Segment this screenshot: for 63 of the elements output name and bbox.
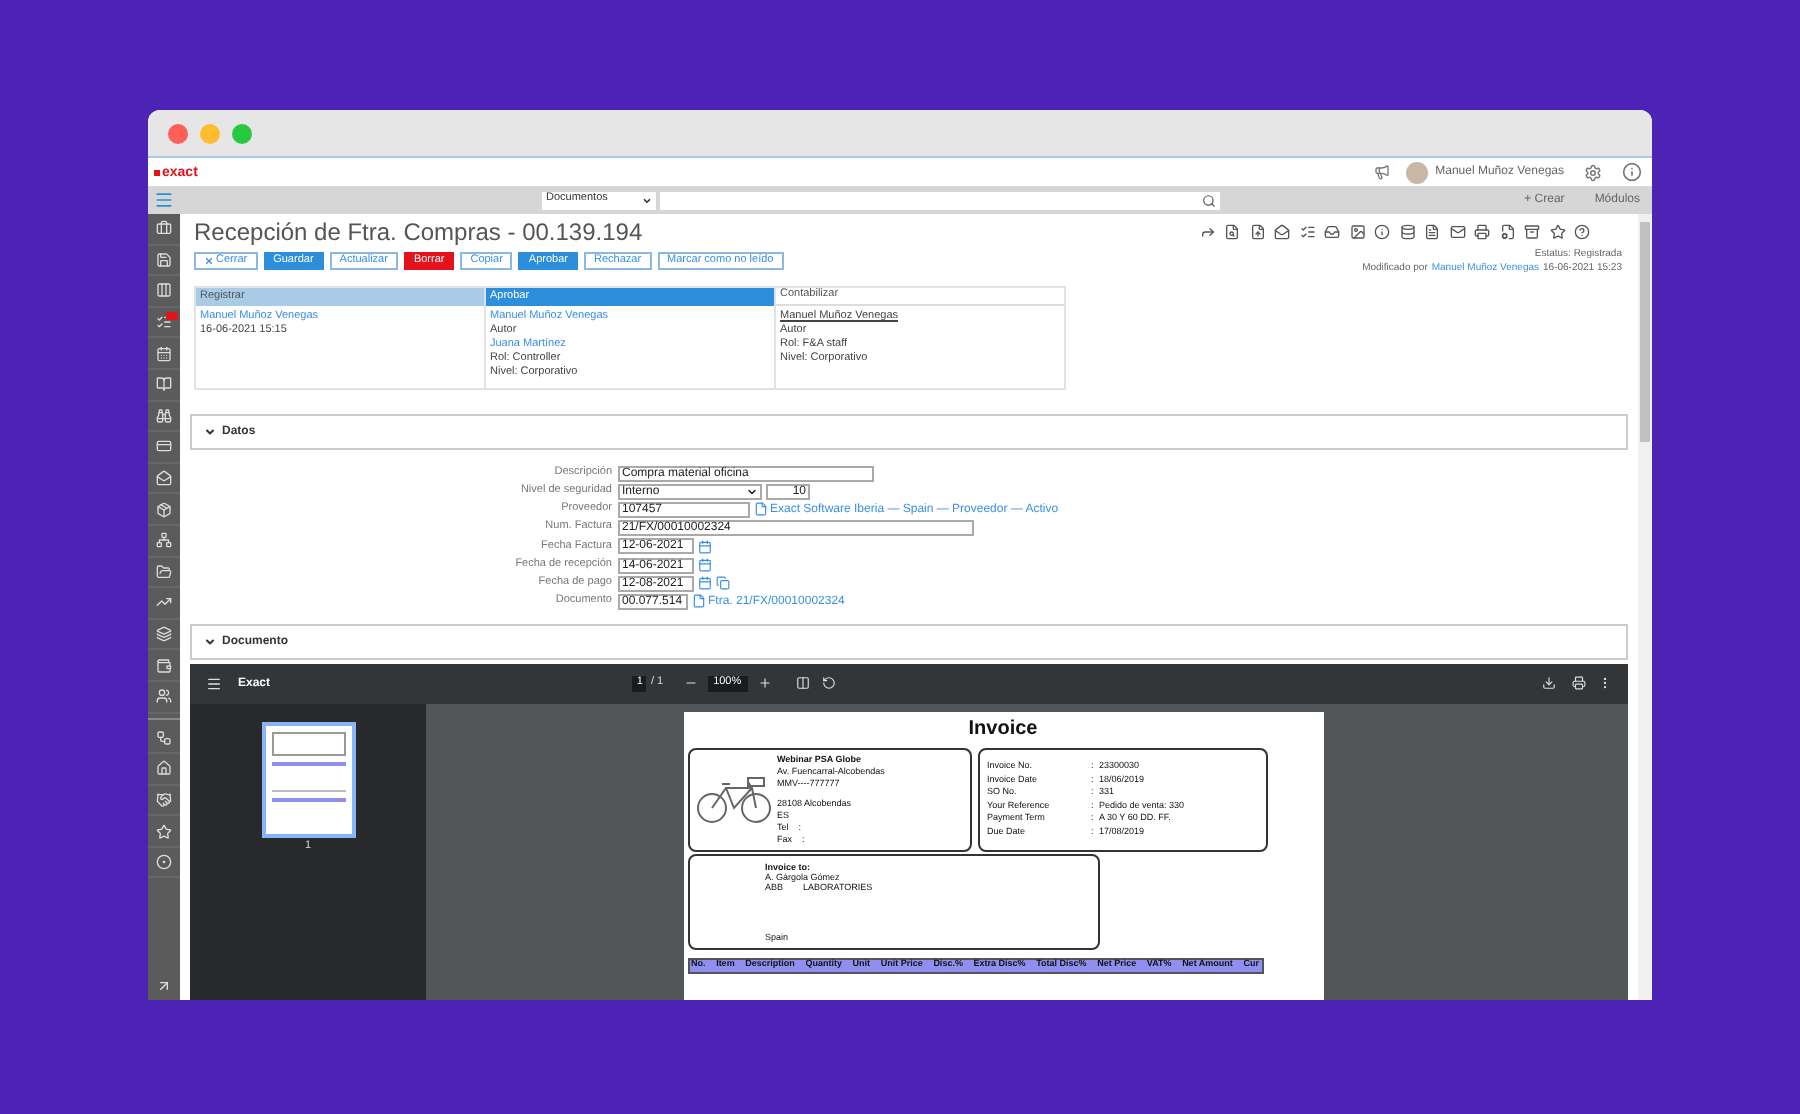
- search-icon[interactable]: [1202, 193, 1216, 207]
- book-icon[interactable]: [156, 376, 172, 393]
- document-icon[interactable]: [754, 502, 768, 517]
- copy-icon[interactable]: [716, 576, 730, 591]
- page-thumbnail[interactable]: [261, 721, 355, 837]
- house-icon[interactable]: [156, 760, 172, 777]
- folder-icon[interactable]: [156, 563, 172, 580]
- archive-icon[interactable]: [1524, 224, 1540, 240]
- layers-icon[interactable]: [156, 626, 172, 643]
- package-icon[interactable]: [156, 501, 172, 518]
- open-envelope-icon[interactable]: [1274, 224, 1290, 240]
- checklist-icon[interactable]: [1299, 224, 1315, 240]
- document-icon[interactable]: [692, 594, 706, 609]
- invoice-title: Invoice: [968, 719, 1038, 739]
- target-icon[interactable]: [156, 854, 172, 871]
- print-icon[interactable]: [1474, 224, 1490, 240]
- caret-icon: [746, 485, 758, 498]
- columns-icon[interactable]: [156, 282, 172, 299]
- calendar-icon[interactable]: [698, 539, 712, 554]
- caret-icon: [642, 195, 652, 205]
- binoculars-icon[interactable]: [156, 407, 172, 424]
- document-search-icon[interactable]: [1224, 224, 1240, 240]
- document-icon[interactable]: [1424, 224, 1440, 240]
- document-upload-icon[interactable]: [1249, 224, 1265, 240]
- wallet-icon[interactable]: [156, 657, 172, 674]
- briefcase-icon[interactable]: [156, 220, 172, 237]
- info-icon[interactable]: [1374, 224, 1390, 240]
- handshake-icon[interactable]: [156, 791, 172, 808]
- forward-arrow-icon[interactable]: [1199, 224, 1215, 240]
- scrollbar-thumb[interactable]: [1640, 222, 1650, 442]
- print-icon[interactable]: [1572, 676, 1586, 690]
- calendar-icon[interactable]: [698, 576, 712, 591]
- help-icon[interactable]: [1574, 224, 1590, 240]
- menu-icon[interactable]: [206, 675, 222, 691]
- chart-icon[interactable]: [156, 594, 172, 611]
- fit-page-icon[interactable]: [795, 676, 810, 690]
- page-title: Recepción de Ftra. Compras - 00.139.194: [194, 220, 643, 244]
- database-icon[interactable]: [1399, 224, 1415, 240]
- info-icon[interactable]: [1622, 162, 1642, 182]
- download-icon[interactable]: [1542, 676, 1556, 690]
- inbox-icon[interactable]: [1324, 224, 1340, 240]
- star-icon[interactable]: [1549, 224, 1565, 240]
- document-gear-icon[interactable]: [1499, 224, 1515, 240]
- more-icon[interactable]: [1598, 676, 1612, 690]
- notification-badge: [166, 311, 178, 320]
- rotate-icon[interactable]: [821, 676, 836, 690]
- zoom-in-icon[interactable]: [757, 676, 772, 690]
- megaphone-icon[interactable]: [1373, 164, 1390, 180]
- settings-icon[interactable]: [1584, 163, 1602, 181]
- calendar-icon[interactable]: [698, 558, 712, 573]
- search-field[interactable]: [660, 191, 1220, 209]
- workflow-icon[interactable]: [156, 729, 172, 746]
- bicycle-drawing: [693, 775, 773, 823]
- close-icon: [204, 256, 214, 266]
- image-icon[interactable]: [1349, 224, 1365, 240]
- zoom-out-icon[interactable]: [683, 676, 698, 690]
- save-icon[interactable]: [156, 251, 172, 268]
- people-icon[interactable]: [156, 688, 172, 705]
- card-icon[interactable]: [156, 438, 172, 455]
- checklist-icon[interactable]: [156, 314, 172, 331]
- hierarchy-icon[interactable]: [156, 532, 172, 549]
- envelope-icon[interactable]: [1449, 224, 1465, 240]
- arrow-icon[interactable]: [156, 978, 172, 994]
